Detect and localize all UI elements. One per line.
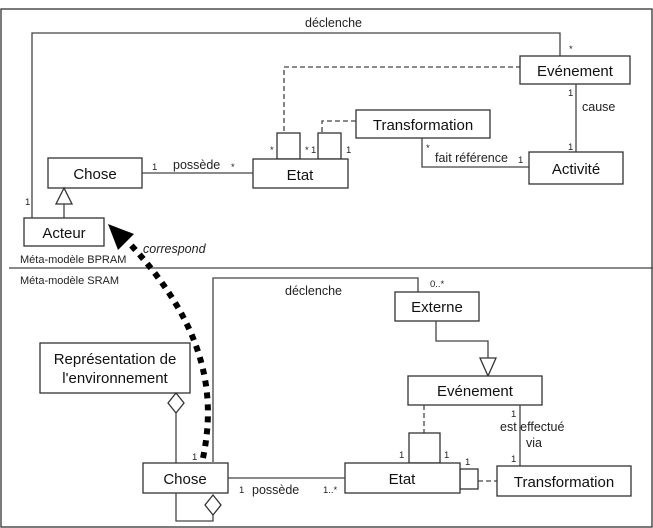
sram-class-representation-name-2: l'environnement xyxy=(62,370,168,387)
bpram-etat-evenement-mult-right: * xyxy=(305,145,309,156)
sram-declenche-label: déclenche xyxy=(285,284,342,298)
sram-etat-transformation-mult: 1 xyxy=(465,457,470,468)
bpram-class-activite-name: Activité xyxy=(552,161,600,178)
sram-est-effectue-mult-evenement: 1 xyxy=(511,409,516,420)
bpram-cause-label: cause xyxy=(582,100,615,114)
sram-etat-loop-transformation xyxy=(459,468,479,490)
sram-declenche-mult-externe: 0..* xyxy=(430,279,445,290)
bpram-etat-loop-transformation xyxy=(317,132,342,160)
bpram-class-transformation-name: Transformation xyxy=(373,117,473,134)
sram-generalization-arrow-icon xyxy=(478,357,498,378)
bpram-class-evenement-name: Evénement xyxy=(537,63,614,80)
sram-possede-mult-etat: 1..* xyxy=(323,485,338,496)
sram-est-effectue-label-2: via xyxy=(526,436,542,450)
bpram-etat-transformation-mult-left: 1 xyxy=(311,145,316,156)
sram-etat-evenement-mult-left: 1 xyxy=(399,450,404,461)
bpram-fait-reference-mult-activite: 1 xyxy=(518,155,523,166)
metamodel-diagram: Méta-modèle BPRAM Méta-modèle SRAM décle… xyxy=(0,8,653,528)
sram-class-transformation-name: Transformation xyxy=(514,474,614,491)
bpram-etat-evenement-mult-left: * xyxy=(270,145,274,156)
bpram-class-etat-name: Etat xyxy=(287,167,315,184)
bpram-fait-reference-label: fait référence xyxy=(435,151,508,165)
sram-est-effectue-mult-transformation: 1 xyxy=(511,454,516,465)
bpram-declenche-mult-evenement: * xyxy=(569,44,573,55)
correspond-arrowhead-icon xyxy=(108,224,134,250)
bpram-etat-loop-evenement xyxy=(276,132,301,160)
correspond-label: correspond xyxy=(143,242,207,256)
sram-class-chose-name: Chose xyxy=(163,471,206,488)
sram-etat-evenement-mult-right: 1 xyxy=(444,450,449,461)
section-label-sram: Méta-modèle SRAM xyxy=(20,275,119,287)
sram-possede-mult-chose: 1 xyxy=(239,485,244,496)
bpram-etat-transformation-mult-right: 1 xyxy=(346,145,351,156)
bpram-possede-mult-etat: * xyxy=(231,162,235,173)
sram-possede-label: possède xyxy=(252,483,299,497)
sram-generalization-line xyxy=(435,321,489,358)
bpram-cause-mult-evenement: 1 xyxy=(568,88,573,99)
bpram-fait-reference-mult-transformation: * xyxy=(426,143,430,154)
sram-est-effectue-label-1: est effectué xyxy=(500,420,564,434)
sram-etat-loop-evenement xyxy=(408,432,441,464)
bpram-generalization-arrow-icon xyxy=(54,186,74,205)
section-label-bpram: Méta-modèle BPRAM xyxy=(20,254,126,266)
bpram-declenche-mult-acteur: 1 xyxy=(25,197,30,208)
bpram-class-chose-name: Chose xyxy=(73,166,116,183)
sram-self-aggregation-diamond-icon xyxy=(204,493,222,517)
sram-declenche-mult-chose: 1 xyxy=(192,452,197,463)
bpram-class-acteur-name: Acteur xyxy=(42,225,85,242)
bpram-declenche-label: déclenche xyxy=(305,16,362,30)
sram-class-externe-name: Externe xyxy=(411,299,463,316)
sram-class-evenement-name: Evénement xyxy=(437,383,514,400)
sram-class-representation-name-1: Représentation de xyxy=(54,351,177,368)
sram-class-etat-name: Etat xyxy=(389,471,417,488)
sram-declenche-line xyxy=(212,277,419,462)
bpram-possede-label: possède xyxy=(173,158,220,172)
sram-aggregation-diamond-icon xyxy=(167,391,185,415)
bpram-possede-mult-chose: 1 xyxy=(152,162,157,173)
bpram-transformation-etat-dashed xyxy=(321,120,356,133)
